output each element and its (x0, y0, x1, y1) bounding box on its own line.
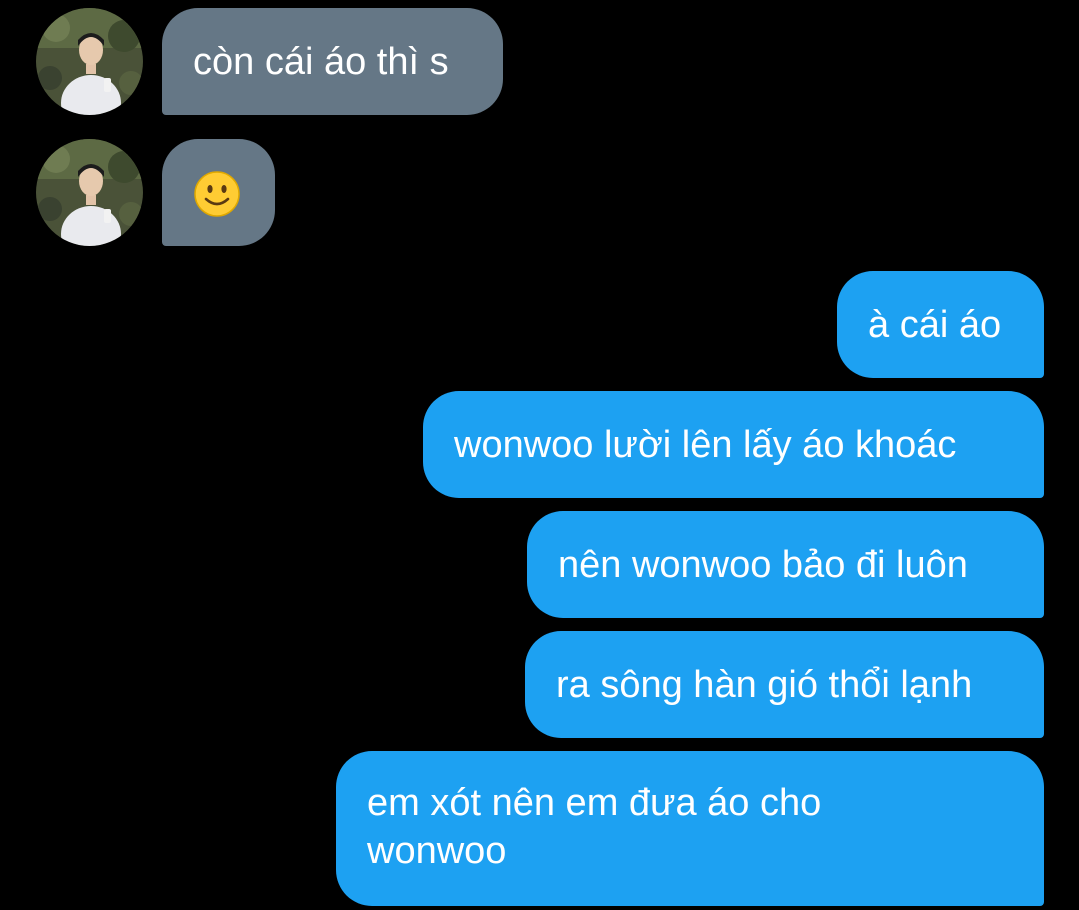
user-avatar-photo-icon (36, 8, 143, 115)
outgoing-message-bubble[interactable]: à cái áo (837, 271, 1044, 378)
message-text: em xót nên em đưa áo cho wonwoo (367, 782, 822, 872)
message-text: à cái áo (868, 304, 1002, 346)
sender-avatar[interactable] (36, 8, 143, 115)
sender-avatar[interactable] (36, 139, 143, 246)
outgoing-message-bubble[interactable]: ra sông hàn gió thổi lạnh (525, 631, 1044, 738)
outgoing-message-bubble[interactable]: wonwoo lười lên lấy áo khoác (423, 391, 1044, 498)
slightly-smiling-face-icon (194, 171, 240, 217)
user-avatar-photo-icon (36, 139, 143, 246)
outgoing-message-bubble[interactable]: em xót nên em đưa áo cho wonwoo (336, 751, 1044, 906)
message-text: wonwoo lười lên lấy áo khoác (454, 424, 957, 466)
outgoing-message-bubble[interactable]: nên wonwoo bảo đi luôn (527, 511, 1044, 618)
message-text: nên wonwoo bảo đi luôn (558, 544, 968, 586)
message-text: ra sông hàn gió thổi lạnh (556, 664, 973, 706)
incoming-message-bubble[interactable]: còn cái áo thì s (162, 8, 503, 115)
message-text: còn cái áo thì s (193, 41, 449, 83)
incoming-emoji-bubble[interactable] (162, 139, 275, 246)
